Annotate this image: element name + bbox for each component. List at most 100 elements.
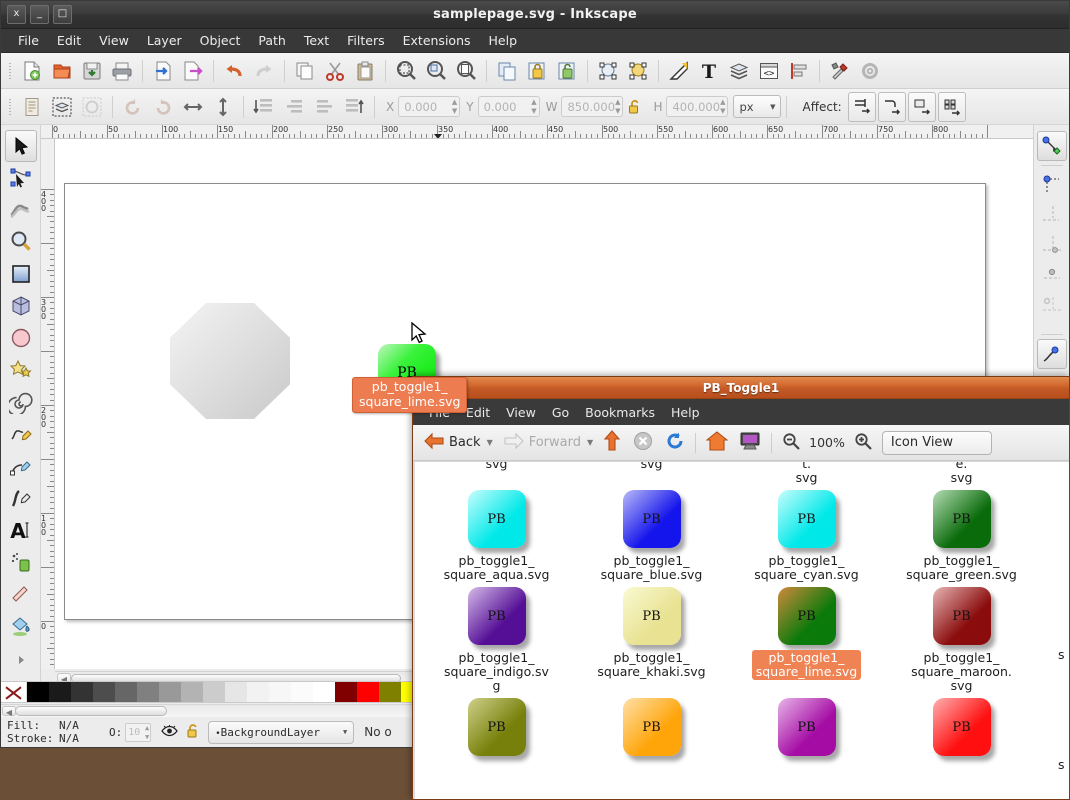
node-tool-icon[interactable] (5, 162, 37, 194)
paste-icon[interactable] (352, 58, 378, 84)
y-field[interactable]: 0.000 ▲▼ (478, 96, 540, 117)
file-name-label[interactable]: pb_toggle1_square_cyan.svg (750, 553, 863, 583)
selector-tool-icon[interactable] (5, 130, 37, 162)
snap-bbox-centers-icon[interactable] (1037, 290, 1067, 320)
palette-swatch[interactable] (313, 682, 335, 702)
x-field[interactable]: 0.000 ▲▼ (398, 96, 460, 117)
file-manager-content[interactable]: pb_toggle1_rectangular_tan.svg pb_toggle1… (413, 461, 1069, 799)
file-item[interactable]: PBpb_toggle1_square_indigo.svg (419, 583, 574, 694)
ellipse-tool-icon[interactable] (5, 322, 37, 354)
palette-swatch[interactable] (225, 682, 247, 702)
file-item[interactable]: PB (729, 694, 884, 761)
align-icon[interactable] (786, 58, 812, 84)
lower-icon[interactable] (281, 94, 307, 120)
layer-selector[interactable]: •BackgroundLayer ▼ (208, 721, 354, 744)
menu-filters[interactable]: Filters (338, 30, 393, 51)
mask-icon[interactable] (625, 58, 651, 84)
opacity-spinner-up[interactable]: ▲▼ (145, 724, 149, 742)
file-item[interactable]: PB (884, 694, 1039, 761)
select-all-icon[interactable] (19, 94, 45, 120)
forward-dropdown-icon[interactable]: ▼ (587, 438, 593, 447)
view-mode-selector[interactable]: Icon View (882, 431, 992, 455)
preferences-icon[interactable] (827, 58, 853, 84)
export-icon[interactable] (180, 58, 206, 84)
stop-button[interactable] (629, 428, 657, 458)
nt-menu-help[interactable]: Help (663, 402, 708, 423)
enable-snapping-icon[interactable] (1037, 131, 1067, 161)
palette-swatch[interactable] (357, 682, 379, 702)
menu-edit[interactable]: Edit (48, 30, 90, 51)
pencil-tool-icon[interactable] (5, 418, 37, 450)
back-dropdown-icon[interactable]: ▼ (487, 438, 493, 447)
zoom-selection-icon[interactable] (393, 58, 419, 84)
menu-path[interactable]: Path (249, 30, 294, 51)
group-icon[interactable] (524, 58, 550, 84)
transform-patterns-icon[interactable] (938, 92, 966, 122)
box3d-tool-icon[interactable] (5, 290, 37, 322)
w-field[interactable]: 850.000 ▲▼ (561, 96, 623, 117)
rotate-cw-icon[interactable] (150, 94, 176, 120)
no-color-swatch[interactable] (1, 682, 27, 702)
h-spinner[interactable]: ▲▼ (720, 98, 725, 115)
tool-toolbar-grip[interactable] (6, 96, 14, 118)
file-item[interactable]: PBpb_toggle1_square_blue.svg (574, 486, 729, 583)
menu-extensions[interactable]: Extensions (394, 30, 480, 51)
file-item[interactable]: PBpb_toggle1_square_khaki.svg (574, 583, 729, 694)
palette-swatch[interactable] (269, 682, 291, 702)
calligraphy-tool-icon[interactable] (5, 482, 37, 514)
file-name-label[interactable]: pb_toggle1_square_blue.svg (597, 553, 707, 583)
file-name-label[interactable]: pb_toggle1_square_maroon.svg (907, 650, 1016, 694)
file-name-label[interactable]: pb_toggle1_square_lime.svg (752, 650, 861, 680)
file-item[interactable]: PBpb_toggle1_square_green.svg (884, 486, 1039, 583)
text-properties-icon[interactable]: T (696, 58, 722, 84)
rotate-ccw-icon[interactable] (120, 94, 146, 120)
snap-bbox-corners-icon[interactable] (1037, 230, 1067, 260)
flip-vertical-icon[interactable] (210, 94, 236, 120)
file-name-label[interactable]: pb_toggle1_rectangular_tan.svg (441, 461, 552, 472)
spray-tool-icon[interactable] (5, 546, 37, 578)
up-button[interactable] (599, 427, 625, 459)
fill-stroke-indicator[interactable]: Fill:N/A Stroke:N/A (7, 719, 103, 745)
new-document-icon[interactable] (19, 58, 45, 84)
palette-swatch[interactable] (159, 682, 181, 702)
select-all-layers-icon[interactable] (49, 94, 75, 120)
more-tools-icon[interactable] (5, 644, 37, 676)
nt-menu-go[interactable]: Go (544, 402, 577, 423)
palette-swatch[interactable] (115, 682, 137, 702)
file-item[interactable]: pb_toggle1_rectangular_teal.svg (574, 461, 729, 486)
file-name-label[interactable]: pb_toggle1_rectangular_violet.svg (747, 461, 867, 486)
save-document-icon[interactable] (79, 58, 105, 84)
palette-swatch[interactable] (335, 682, 357, 702)
snap-bounding-box-icon[interactable] (1037, 170, 1067, 200)
snap-bbox-edges-icon[interactable] (1037, 200, 1067, 230)
file-item[interactable]: pb_toggle1_rectangular_white.svg (884, 461, 1039, 486)
snap-nodes-paths-icon[interactable] (1037, 339, 1067, 369)
flip-horizontal-icon[interactable] (180, 94, 206, 120)
print-icon[interactable] (109, 58, 135, 84)
black-octagon-shape[interactable] (170, 303, 290, 419)
bezier-tool-icon[interactable] (5, 450, 37, 482)
palette-swatch[interactable] (247, 682, 269, 702)
nt-menu-bookmarks[interactable]: Bookmarks (577, 402, 663, 423)
clip-icon[interactable] (595, 58, 621, 84)
paintbucket-tool-icon[interactable] (5, 610, 37, 642)
h-field[interactable]: 400.000 ▲▼ (666, 96, 728, 117)
toolbar-grip[interactable] (6, 60, 14, 82)
units-dropdown[interactable]: px ▼ (733, 95, 781, 118)
menu-object[interactable]: Object (191, 30, 250, 51)
palette-swatch[interactable] (291, 682, 313, 702)
file-item[interactable]: pb_toggle1_rectangular_tan.svg (419, 461, 574, 486)
file-name-label[interactable]: pb_toggle1_rectangular_teal.svg (595, 461, 709, 472)
copy-icon[interactable] (292, 58, 318, 84)
tweak-tool-icon[interactable] (5, 194, 37, 226)
open-document-icon[interactable] (49, 58, 75, 84)
menu-layer[interactable]: Layer (138, 30, 191, 51)
zoom-tool-icon[interactable] (5, 226, 37, 258)
lock-open-icon[interactable] (625, 94, 645, 120)
back-button[interactable]: Back (419, 429, 485, 457)
palette-swatch[interactable] (203, 682, 225, 702)
eraser-tool-icon[interactable] (5, 578, 37, 610)
palette-swatch[interactable] (379, 682, 401, 702)
layer-lock-icon[interactable] (186, 723, 200, 742)
menu-help[interactable]: Help (480, 30, 527, 51)
